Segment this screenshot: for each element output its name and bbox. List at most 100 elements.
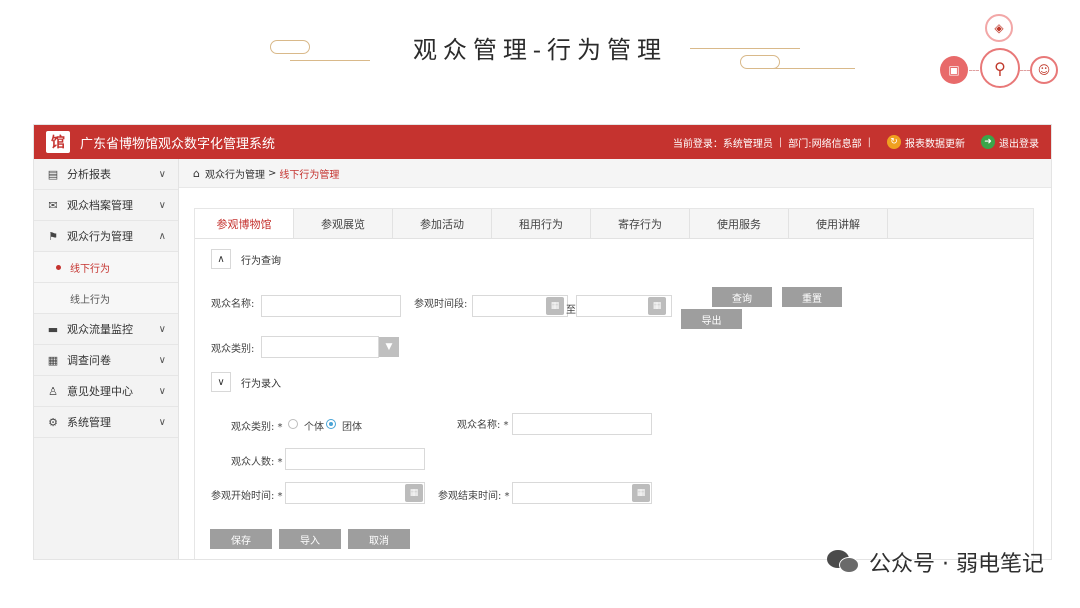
sidebar: ▤ 分析报表 ∨ ✉ 观众档案管理 ∨ ⚑ 观众行为管理 ∧ 线下行为 线上行为… [34, 159, 179, 559]
active-dot-icon [56, 264, 61, 270]
login-info: 当前登录：系统管理员 [672, 138, 773, 150]
cancel-button[interactable]: 取消 [348, 529, 410, 549]
sidebar-item-system-management[interactable]: ⚙ 系统管理 ∨ [34, 407, 178, 438]
query-section-title: 行为查询 [241, 255, 281, 267]
tab-storage[interactable]: 寄存行为 [591, 209, 690, 238]
breadcrumb: ⌂ 观众行为管理 > 线下行为管理 [179, 159, 1051, 188]
watermark-text: 公众号 · 弱电笔记 [869, 552, 1044, 577]
chevron-down-icon: ∨ [158, 354, 166, 366]
entry-start-label: 参观开始时间: * [211, 491, 283, 502]
query-type-select[interactable] [261, 336, 379, 358]
refresh-icon: ↻ [887, 135, 901, 149]
chevron-down-icon[interactable]: ∨ [211, 372, 231, 392]
entry-count-input[interactable] [285, 448, 425, 470]
top-bar: 馆 广东省博物馆观众数字化管理系统 当前登录：系统管理员 | 部门:网络信息部 … [34, 125, 1051, 159]
chevron-up-icon[interactable]: ∧ [211, 249, 231, 269]
content-panel: 参观博物馆 参观展览 参加活动 租用行为 寄存行为 使用服务 使用讲解 ∧ 行为… [194, 208, 1034, 559]
tab-use-service[interactable]: 使用服务 [690, 209, 789, 238]
app-title: 广东省博物馆观众数字化管理系统 [80, 136, 276, 152]
chevron-down-icon: ∨ [158, 168, 166, 180]
save-button[interactable]: 保存 [210, 529, 272, 549]
query-to-label: 至 [566, 305, 576, 316]
sidebar-item-analysis-report[interactable]: ▤ 分析报表 ∨ [34, 159, 178, 190]
shield-icon: ◈ [985, 14, 1013, 42]
radio-group[interactable] [326, 419, 336, 429]
entry-section-title: 行为录入 [241, 378, 281, 390]
radio-group-label: 团体 [342, 422, 362, 433]
badge-icon: ▣ [940, 56, 968, 84]
entry-section-header: ∨ 行为录入 [211, 372, 281, 392]
sidebar-item-label: 系统管理 [67, 416, 111, 429]
tab-visit-museum[interactable]: 参观博物馆 [195, 209, 294, 238]
radio-individual[interactable] [288, 419, 298, 429]
entry-type-label: 观众类别: * [231, 422, 283, 433]
sidebar-item-survey[interactable]: ▦ 调查问卷 ∨ [34, 345, 178, 376]
sidebar-subitem-online-behavior[interactable]: 线上行为 [34, 283, 178, 314]
tab-rental[interactable]: 租用行为 [492, 209, 591, 238]
sidebar-subitem-label: 线下行为 [70, 263, 110, 275]
query-type-label: 观众类别: [211, 344, 255, 355]
tab-join-activity[interactable]: 参加活动 [393, 209, 492, 238]
entry-end-date-input[interactable] [512, 482, 652, 504]
gear-icon: ⚙ [48, 415, 58, 429]
chevron-down-icon: ∨ [158, 323, 166, 335]
query-name-input[interactable] [261, 295, 401, 317]
sidebar-item-label: 意见处理中心 [67, 385, 133, 398]
chevron-down-icon: ∨ [158, 199, 166, 211]
calendar-icon[interactable]: ▦ [632, 484, 650, 502]
user-icon: ☺ [1030, 56, 1058, 84]
radio-individual-label: 个体 [304, 422, 324, 433]
report-search-icon: ▤ [47, 167, 59, 181]
query-section-header: ∧ 行为查询 [211, 249, 281, 269]
sidebar-subitem-offline-behavior[interactable]: 线下行为 [34, 252, 178, 283]
watermark: 公众号 · 弱电笔记 [827, 546, 1044, 578]
sidebar-item-label: 观众档案管理 [67, 199, 133, 212]
app-window: 馆 广东省博物馆观众数字化管理系统 当前登录：系统管理员 | 部门:网络信息部 … [33, 124, 1052, 560]
chevron-down-icon[interactable]: ▼ [379, 337, 399, 357]
department-info: 部门:网络信息部 [788, 138, 862, 150]
logout-icon: ➜ [981, 135, 995, 149]
tab-use-guide[interactable]: 使用讲解 [789, 209, 888, 238]
document-icon: ▦ [47, 353, 59, 367]
chevron-down-icon: ∨ [158, 416, 166, 428]
sidebar-item-label: 观众行为管理 [67, 230, 133, 243]
entry-end-label: 参观结束时间: * [438, 491, 510, 502]
sidebar-subitem-label: 线上行为 [70, 294, 110, 306]
home-icon[interactable]: ⌂ [193, 167, 200, 180]
main-content: ⌂ 观众行为管理 > 线下行为管理 参观博物馆 参观展览 参加活动 租用行为 寄… [179, 159, 1051, 559]
wechat-icon [827, 548, 861, 576]
reset-button[interactable]: 重置 [782, 287, 842, 307]
export-button[interactable]: 导出 [681, 309, 742, 329]
sidebar-item-traffic-monitor[interactable]: ▬ 观众流量监控 ∨ [34, 314, 178, 345]
entry-start-date-input[interactable] [285, 482, 425, 504]
sidebar-item-audience-archive[interactable]: ✉ 观众档案管理 ∨ [34, 190, 178, 221]
logout-button[interactable]: ➜ 退出登录 [981, 135, 1039, 150]
search-button[interactable]: 查询 [712, 287, 772, 307]
chevron-down-icon: ∨ [158, 385, 166, 397]
query-period-label: 参观时间段: [414, 299, 468, 310]
entry-name-input[interactable] [512, 413, 652, 435]
app-logo: 馆 [46, 131, 70, 153]
chevron-up-icon: ∧ [158, 230, 166, 242]
corner-icon-cluster: ◈ ⚲ ▣ ☺ [940, 10, 1060, 100]
sidebar-item-label: 分析报表 [67, 168, 111, 181]
person-icon: ♙ [48, 384, 58, 398]
sidebar-item-feedback-center[interactable]: ♙ 意见处理中心 ∨ [34, 376, 178, 407]
breadcrumb-current: 线下行为管理 [279, 169, 340, 181]
location-pin-icon: ⚲ [980, 48, 1020, 88]
flag-icon: ⚑ [48, 229, 58, 243]
import-button[interactable]: 导入 [279, 529, 341, 549]
envelope-icon: ✉ [48, 198, 58, 212]
entry-name-label: 观众名称: * [457, 420, 509, 431]
slide-title: 观众管理-行为管理 [412, 36, 668, 64]
calendar-icon[interactable]: ▦ [405, 484, 423, 502]
monitor-icon: ▬ [47, 322, 59, 336]
tab-visit-exhibition[interactable]: 参观展览 [294, 209, 393, 238]
tab-bar: 参观博物馆 参观展览 参加活动 租用行为 寄存行为 使用服务 使用讲解 [195, 209, 1033, 239]
update-report-button[interactable]: ↻ 报表数据更新 [887, 135, 965, 150]
breadcrumb-root[interactable]: 观众行为管理 [205, 166, 265, 181]
query-name-label: 观众名称: [211, 299, 255, 310]
calendar-icon[interactable]: ▦ [648, 297, 666, 315]
calendar-icon[interactable]: ▦ [546, 297, 564, 315]
sidebar-item-behavior-management[interactable]: ⚑ 观众行为管理 ∧ [34, 221, 178, 252]
